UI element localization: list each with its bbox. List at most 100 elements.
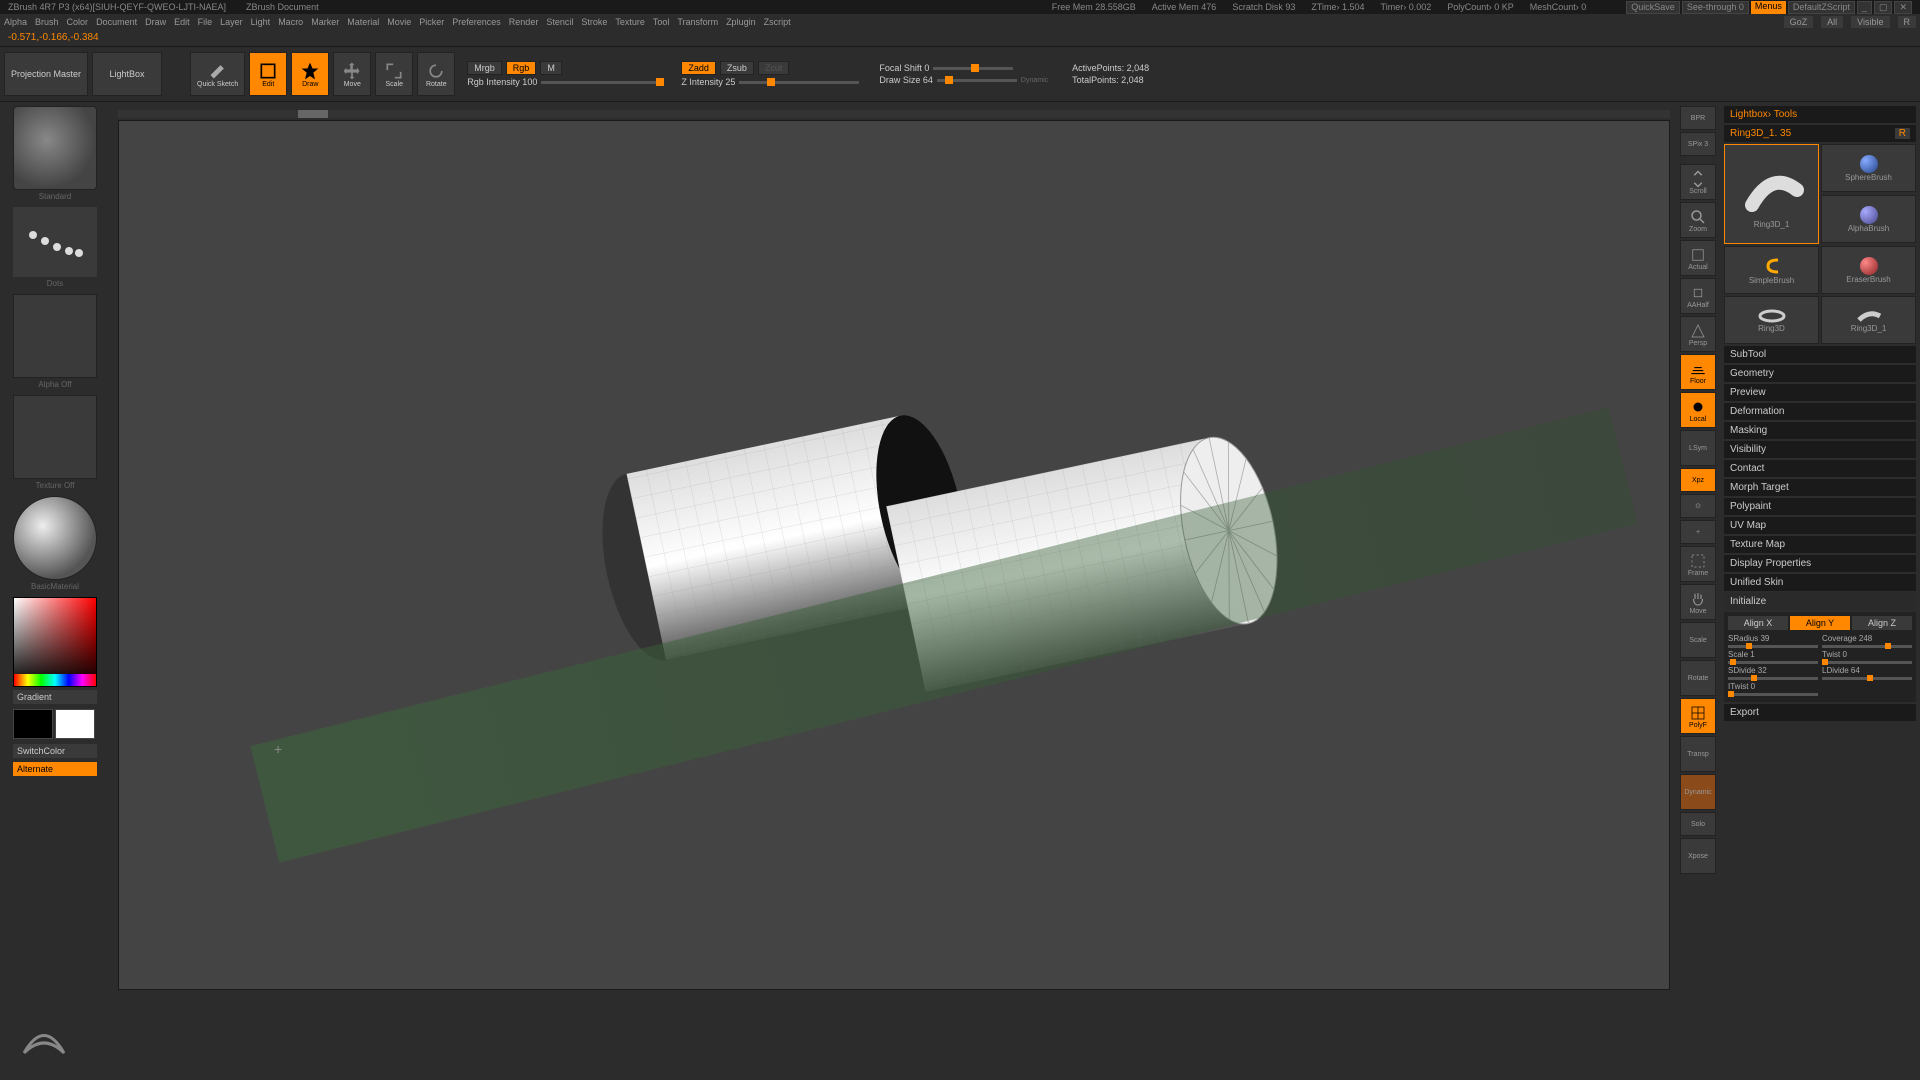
- align-x-button[interactable]: Align X: [1728, 616, 1788, 630]
- section-export[interactable]: Export: [1724, 704, 1916, 721]
- menus-button[interactable]: Menus: [1751, 1, 1786, 14]
- goz-r-button[interactable]: R: [1898, 16, 1917, 28]
- lsym-button[interactable]: LSym: [1680, 430, 1716, 466]
- itwist-slider[interactable]: [1728, 693, 1818, 696]
- sdivide-slider[interactable]: [1728, 677, 1818, 680]
- texture-thumbnail[interactable]: [13, 395, 97, 479]
- close-icon[interactable]: ✕: [1894, 1, 1912, 14]
- rotate-view-button[interactable]: Rotate: [1680, 660, 1716, 696]
- m-button[interactable]: M: [540, 61, 562, 75]
- timeline-ruler[interactable]: [118, 110, 1670, 118]
- ldivide-slider[interactable]: [1822, 677, 1912, 680]
- lightbox-tools-header[interactable]: Lightbox› Tools: [1724, 106, 1916, 123]
- menu-zplugin[interactable]: Zplugin: [726, 17, 756, 27]
- section-preview[interactable]: Preview: [1724, 384, 1916, 401]
- menu-texture[interactable]: Texture: [615, 17, 645, 27]
- z-intensity-slider[interactable]: [739, 81, 859, 84]
- menu-light[interactable]: Light: [251, 17, 271, 27]
- scale-slider[interactable]: [1728, 661, 1818, 664]
- menu-alpha[interactable]: Alpha: [4, 17, 27, 27]
- xyz-button[interactable]: Xpz: [1680, 468, 1716, 492]
- tool-alphabrush[interactable]: AlphaBrush: [1821, 195, 1916, 243]
- zoom-button[interactable]: Zoom: [1680, 202, 1716, 238]
- bpr-button[interactable]: BPR: [1680, 106, 1716, 130]
- menu-macro[interactable]: Macro: [278, 17, 303, 27]
- menu-preferences[interactable]: Preferences: [452, 17, 501, 27]
- tool-ring3d-1b[interactable]: Ring3D_1: [1821, 296, 1916, 344]
- align-z-button[interactable]: Align Z: [1852, 616, 1912, 630]
- menu-marker[interactable]: Marker: [311, 17, 339, 27]
- menu-draw[interactable]: Draw: [145, 17, 166, 27]
- switch-color-button[interactable]: SwitchColor: [13, 744, 97, 758]
- scroll-button[interactable]: Scroll: [1680, 164, 1716, 200]
- aahalf-button[interactable]: AAHalf: [1680, 278, 1716, 314]
- goz-all-button[interactable]: All: [1821, 16, 1843, 28]
- section-initialize[interactable]: Initialize: [1724, 593, 1916, 610]
- goz-visible-button[interactable]: Visible: [1851, 16, 1889, 28]
- secondary-color-swatch[interactable]: [13, 709, 53, 739]
- color-picker[interactable]: [13, 597, 97, 687]
- tool-eraserbrush[interactable]: EraserBrush: [1821, 246, 1916, 294]
- solo-button[interactable]: Solo: [1680, 812, 1716, 836]
- menu-layer[interactable]: Layer: [220, 17, 243, 27]
- brush-thumbnail[interactable]: [13, 106, 97, 190]
- section-geometry[interactable]: Geometry: [1724, 365, 1916, 382]
- alternate-button[interactable]: Alternate: [13, 762, 97, 776]
- section-unified-skin[interactable]: Unified Skin: [1724, 574, 1916, 591]
- scale-view-button[interactable]: Scale: [1680, 622, 1716, 658]
- lightbox-button[interactable]: LightBox: [92, 52, 162, 96]
- section-visibility[interactable]: Visibility: [1724, 441, 1916, 458]
- default-script[interactable]: DefaultZScript: [1788, 1, 1855, 14]
- quick-sketch-button[interactable]: Quick Sketch: [190, 52, 245, 96]
- section-texture-map[interactable]: Texture Map: [1724, 536, 1916, 553]
- menu-zscript[interactable]: Zscript: [764, 17, 791, 27]
- move-view-button[interactable]: Move: [1680, 584, 1716, 620]
- quicksave-button[interactable]: QuickSave: [1626, 1, 1680, 14]
- maximize-icon[interactable]: ▢: [1874, 1, 1893, 14]
- tool-ring3d[interactable]: Ring3D: [1724, 296, 1819, 344]
- actual-button[interactable]: Actual: [1680, 240, 1716, 276]
- section-subtool[interactable]: SubTool: [1724, 346, 1916, 363]
- section-polypaint[interactable]: Polypaint: [1724, 498, 1916, 515]
- tool-ring3d-1[interactable]: Ring3D_1: [1724, 144, 1819, 244]
- draw-button[interactable]: Draw: [291, 52, 329, 96]
- move-button[interactable]: Move: [333, 52, 371, 96]
- twist-slider[interactable]: [1822, 661, 1912, 664]
- scale-button[interactable]: Scale: [375, 52, 413, 96]
- tool-spherebrush[interactable]: SphereBrush: [1821, 144, 1916, 192]
- persp-button[interactable]: Persp: [1680, 316, 1716, 352]
- edit-button[interactable]: Edit: [249, 52, 287, 96]
- menu-document[interactable]: Document: [96, 17, 137, 27]
- coverage-slider[interactable]: [1822, 645, 1912, 648]
- section-morph-target[interactable]: Morph Target: [1724, 479, 1916, 496]
- floor-button[interactable]: Floor: [1680, 354, 1716, 390]
- section-masking[interactable]: Masking: [1724, 422, 1916, 439]
- rgb-intensity-slider[interactable]: [541, 81, 661, 84]
- viewport[interactable]: +: [118, 120, 1670, 990]
- dynamic-button[interactable]: Dynamic: [1680, 774, 1716, 810]
- menu-movie[interactable]: Movie: [387, 17, 411, 27]
- zoom-plus-button[interactable]: +: [1680, 520, 1716, 544]
- focal-shift-slider[interactable]: [933, 67, 1013, 70]
- section-deformation[interactable]: Deformation: [1724, 403, 1916, 420]
- zadd-button[interactable]: Zadd: [681, 61, 716, 75]
- material-thumbnail[interactable]: [13, 496, 97, 580]
- hue-strip[interactable]: [14, 674, 96, 686]
- local-button[interactable]: Local: [1680, 392, 1716, 428]
- polyf-button[interactable]: PolyF: [1680, 698, 1716, 734]
- gradient-button[interactable]: Gradient: [13, 690, 97, 704]
- mrgb-button[interactable]: Mrgb: [467, 61, 502, 75]
- tool-name-display[interactable]: Ring3D_1. 35R: [1724, 125, 1916, 142]
- menu-material[interactable]: Material: [347, 17, 379, 27]
- section-uv-map[interactable]: UV Map: [1724, 517, 1916, 534]
- zsub-button[interactable]: Zsub: [720, 61, 754, 75]
- section-contact[interactable]: Contact: [1724, 460, 1916, 477]
- stroke-thumbnail[interactable]: [13, 207, 97, 277]
- draw-size-slider[interactable]: [937, 79, 1017, 82]
- menu-transform[interactable]: Transform: [677, 17, 718, 27]
- align-y-button[interactable]: Align Y: [1790, 616, 1850, 630]
- rgb-button[interactable]: Rgb: [506, 61, 537, 75]
- menu-stencil[interactable]: Stencil: [546, 17, 573, 27]
- menu-brush[interactable]: Brush: [35, 17, 59, 27]
- menu-edit[interactable]: Edit: [174, 17, 190, 27]
